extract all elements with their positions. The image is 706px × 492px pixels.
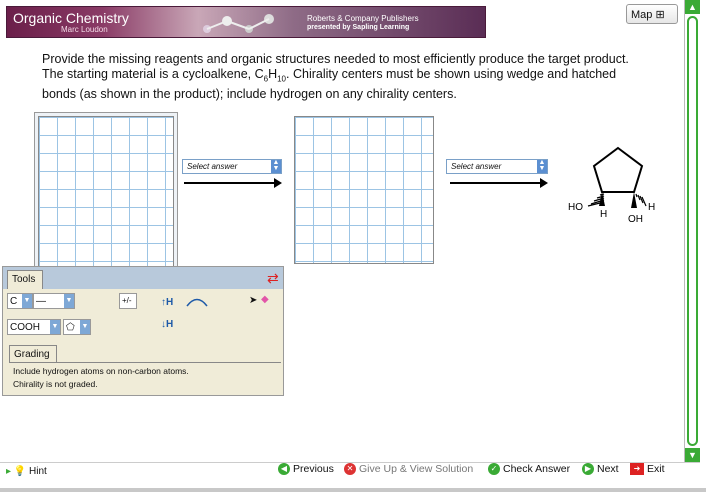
dropdown-arrow-icon: ▼ (50, 320, 60, 334)
question-line-2: The starting material is a cycloalkene, … (42, 67, 617, 84)
molecule-decoration-icon (203, 14, 274, 33)
cancel-icon: ✕ (344, 463, 356, 475)
next-arrow-icon: ▶ (582, 463, 594, 475)
check-answer-button[interactable]: ✓ Check Answer (488, 463, 570, 475)
exit-icon: ➜ (630, 463, 644, 475)
sitemap-icon: ⊞ (655, 9, 665, 21)
bond-select[interactable]: — ▼ (33, 293, 75, 309)
map-label: Map (631, 9, 653, 21)
bulb-icon: 💡 (13, 466, 27, 477)
tab-grading[interactable]: Grading (9, 345, 57, 363)
pentagon-ring-icon: ⬠ (66, 322, 75, 333)
banner-title: Organic Chemistry (13, 10, 129, 26)
check-icon: ✓ (488, 463, 500, 475)
select-pointer-icon[interactable]: ➤ (249, 295, 257, 306)
exit-button[interactable]: ➜ Exit (630, 463, 665, 475)
grading-info: Include hydrogen atoms on non-carbon ato… (9, 362, 281, 394)
window-frame (0, 488, 706, 492)
ring-select[interactable]: ⬠ ▼ (63, 319, 91, 335)
hint-button[interactable]: ▸ 💡 Hint (6, 466, 47, 477)
eraser-icon[interactable]: ◆ (261, 294, 269, 305)
scroll-up-icon[interactable]: ▲ (685, 0, 700, 14)
tab-tools[interactable]: Tools (7, 270, 43, 289)
arrow-right-icon: ▸ (6, 466, 12, 477)
starting-material-canvas[interactable] (38, 116, 174, 268)
scroll-thumb[interactable] (687, 16, 698, 446)
question-line-1: Provide the missing reagents and organic… (42, 52, 629, 66)
charge-button[interactable]: +/- (119, 293, 137, 309)
previous-button[interactable]: ◀ Previous (278, 463, 334, 475)
intermediate-canvas[interactable] (294, 116, 434, 264)
grading-line-1: Include hydrogen atoms on non-carbon ato… (13, 366, 189, 376)
banner-author: Marc Loudon (61, 25, 108, 34)
reaction-arrow-2 (450, 178, 548, 188)
previous-arrow-icon: ◀ (278, 463, 290, 475)
single-bond-icon: — (36, 296, 46, 307)
reagent-select-1[interactable]: Select answer ▲ ▼ (182, 159, 282, 174)
banner-publisher: Roberts & Company Publishers (307, 14, 419, 23)
scroll-down-icon[interactable]: ▼ (685, 448, 700, 462)
reagent-select-2[interactable]: Select answer ▲ ▼ (446, 159, 548, 174)
reset-icon[interactable]: ⇄ (267, 270, 279, 287)
question-text: Provide the missing reagents and organic… (42, 52, 642, 102)
dropdown-arrow-icon: ▼ (64, 294, 74, 308)
label-h-left: H (600, 209, 607, 220)
map-button[interactable]: Map ⊞ (626, 4, 678, 24)
add-hydrogen-down-button[interactable]: ↓H (161, 319, 173, 330)
grading-line-2: Chirality is not graded. (13, 379, 98, 389)
question-line-3: bonds (as shown in the product); include… (42, 86, 457, 101)
header-banner: Organic Chemistry Marc Loudon Roberts & … (6, 6, 486, 38)
label-ho: HO (568, 202, 583, 213)
reaction-arrow-1 (184, 178, 282, 188)
next-button[interactable]: ▶ Next (582, 463, 619, 475)
label-oh: OH (628, 214, 643, 225)
label-h-right: H (648, 202, 655, 213)
dropdown-arrow-icon: ▲ ▼ (271, 159, 281, 173)
element-select[interactable]: C ▼ (7, 293, 33, 309)
vertical-scrollbar[interactable]: ▲ ▼ (684, 0, 700, 462)
dropdown-arrow-icon: ▲ ▼ (537, 159, 547, 173)
dropdown-arrow-icon: ▼ (80, 320, 90, 334)
tools-panel: Tools ⇄ C ▼ — ▼ +/- ↑H ➤ ◆ ↓H COOH ▼ ⬠ ▼… (2, 266, 284, 396)
add-hydrogen-up-button[interactable]: ↑H (161, 297, 173, 308)
dropdown-arrow-icon: ▼ (22, 294, 32, 308)
banner-presented: presented by Sapling Learning (307, 24, 410, 31)
hatched-bond-right (635, 193, 647, 207)
target-product-structure: HO H H OH (568, 146, 655, 225)
group-select[interactable]: COOH ▼ (7, 319, 61, 335)
arc-arrow-icon[interactable] (185, 295, 209, 309)
tools-tabbar (3, 267, 283, 289)
give-up-button[interactable]: ✕ Give Up & View Solution (344, 463, 473, 475)
